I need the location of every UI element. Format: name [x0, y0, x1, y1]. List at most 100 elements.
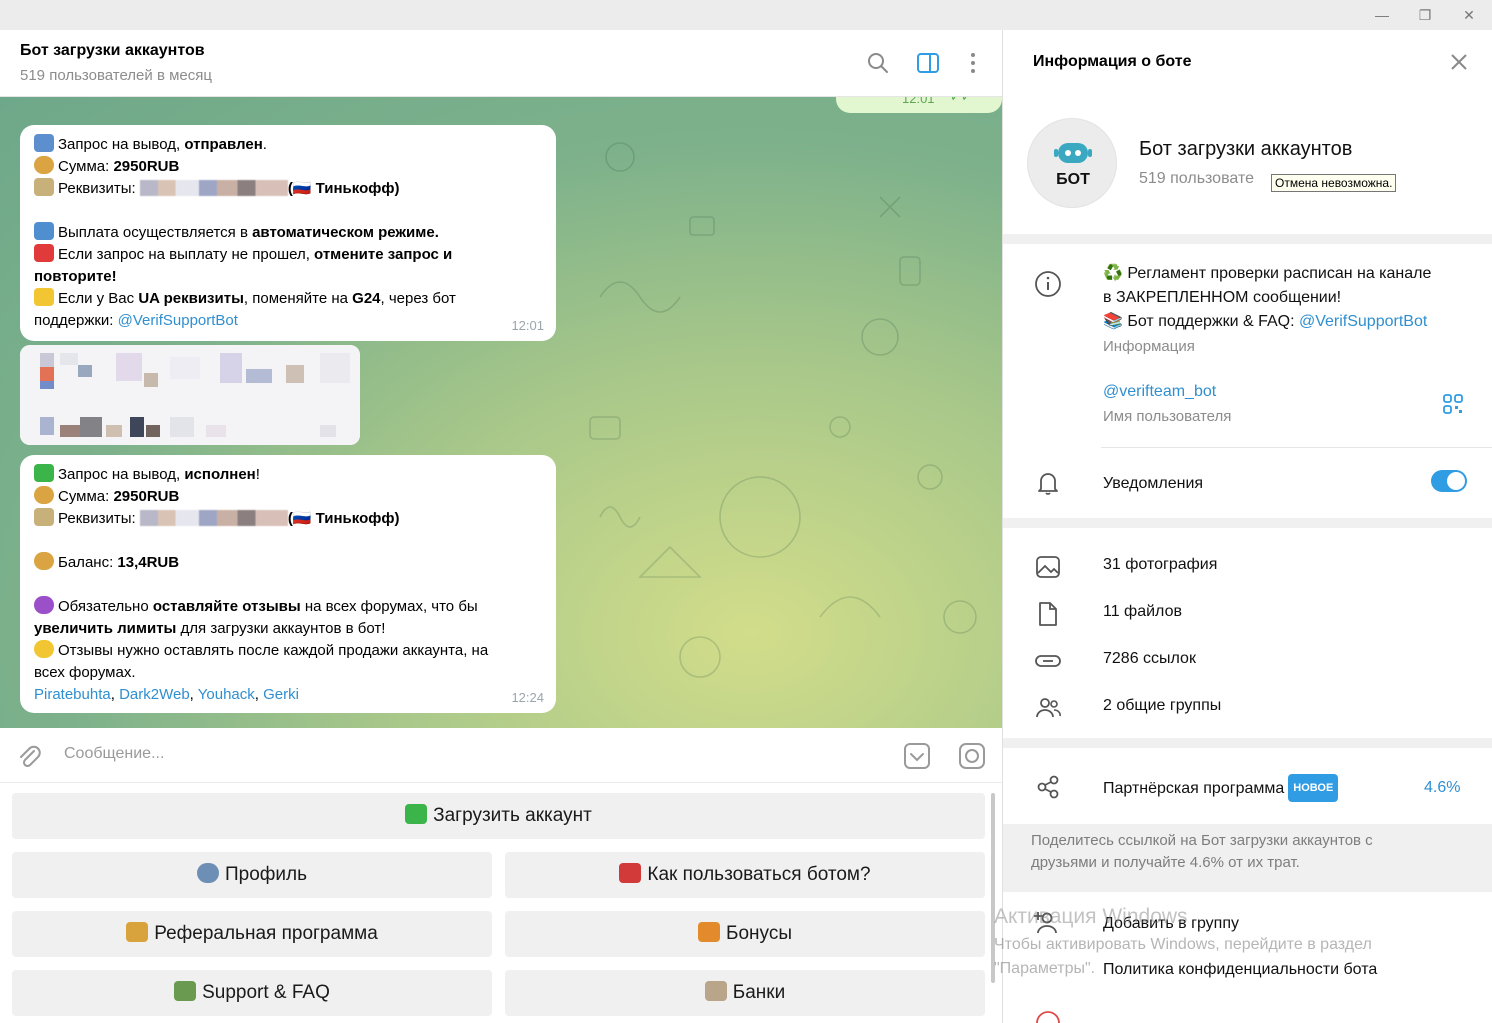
- text-bold: автоматическом режиме.: [252, 224, 439, 241]
- text: .: [262, 136, 267, 153]
- bank-icon: [704, 981, 727, 1001]
- text: Запрос на вывод,: [58, 136, 185, 153]
- bot-subtitle: 519 пользовате: [1139, 170, 1254, 187]
- username-link[interactable]: @verifteam_bot: [1103, 380, 1216, 404]
- more-menu-icon[interactable]: [960, 50, 986, 76]
- text: друзьями и получайте 4.6% от их трат.: [1031, 854, 1300, 871]
- sidebar-toggle-icon[interactable]: [915, 50, 941, 76]
- forum-link-dark2web[interactable]: Dark2Web: [119, 686, 190, 703]
- restore-button[interactable]: ❐: [1409, 3, 1441, 27]
- text-bold: повторите!: [34, 268, 117, 285]
- red-square-emoji-icon: [34, 244, 54, 262]
- chat-title[interactable]: Бот загрузки аккаунтов: [20, 42, 205, 60]
- files-count[interactable]: 11 файлов: [1103, 600, 1182, 624]
- bot-info-panel: Информация о боте БОТ Бот загрузки аккау…: [1002, 30, 1492, 1023]
- how-to-use-button[interactable]: Как пользоваться ботом?: [505, 852, 985, 898]
- forum-link-gerki[interactable]: Gerki: [263, 686, 299, 703]
- upload-account-button[interactable]: Загрузить аккаунт: [12, 793, 985, 839]
- button-label: Загрузить аккаунт: [433, 805, 592, 826]
- money-bag-emoji-icon: [34, 552, 54, 570]
- bot-keyboard-icon[interactable]: [903, 742, 931, 770]
- file-icon: [1039, 602, 1057, 626]
- purple-circle-emoji-icon: [34, 596, 54, 614]
- close-window-button[interactable]: ✕: [1453, 3, 1485, 27]
- new-badge: НОВОЕ: [1288, 774, 1339, 802]
- privacy-policy-button[interactable]: Политика конфиденциальности бота: [1103, 958, 1377, 982]
- text: Если у Вас: [58, 290, 139, 307]
- link-icon: [1035, 655, 1061, 667]
- profile-button[interactable]: Профиль: [12, 852, 492, 898]
- chat-header[interactable]: Бот загрузки аккаунтов 519 пользователей…: [0, 30, 1002, 97]
- card-emoji-icon: [34, 508, 54, 526]
- message-withdrawal-sent[interactable]: Запрос на вывод, отправлен. Сумма: 2950R…: [20, 125, 556, 341]
- support-faq-button[interactable]: Support & FAQ: [12, 970, 492, 1016]
- windows-activation-text: "Параметры".: [994, 960, 1096, 977]
- text: Обязательно: [58, 598, 153, 615]
- chat-messages-area[interactable]: 12:01 ✓✓ Запрос на вывод, отправлен. Сум…: [0, 97, 1002, 728]
- forum-link-youhack[interactable]: Youhack: [198, 686, 255, 703]
- text: 📚 Бот поддержки & FAQ:: [1103, 313, 1299, 330]
- yellow-circle-emoji-icon: [34, 640, 54, 658]
- info-emoji-icon: [34, 222, 54, 240]
- minimize-button[interactable]: —: [1366, 3, 1398, 27]
- links-count[interactable]: 7286 ссылок: [1103, 647, 1196, 671]
- share-icon: [1037, 775, 1059, 799]
- bank-name: (🇷🇺 Тинькофф): [287, 510, 400, 527]
- text-bold: увеличить лимиты: [34, 620, 177, 637]
- message-redacted-image[interactable]: [20, 345, 360, 445]
- text: Реквизиты:: [58, 510, 140, 527]
- keyboard-scrollbar[interactable]: [991, 793, 995, 983]
- photos-count[interactable]: 31 фотография: [1103, 553, 1217, 577]
- amount-value: 2950RUB: [113, 488, 180, 505]
- bonuses-button[interactable]: Бонусы: [505, 911, 985, 957]
- refresh-emoji-icon: [34, 134, 54, 152]
- check-mark-emoji-icon: [34, 464, 54, 482]
- outgoing-message-partial: 12:01 ✓✓: [836, 97, 1002, 113]
- info-label: Информация: [1103, 338, 1195, 355]
- common-groups-count[interactable]: 2 общие группы: [1103, 694, 1221, 718]
- affiliate-description: Поделитесь ссылкой на Бот загрузки аккау…: [1031, 830, 1373, 874]
- panel-header-section: Информация о боте БОТ Бот загрузки аккау…: [1003, 30, 1492, 234]
- panel-affiliate-section[interactable]: Партнёрская программа НОВОЕ: [1003, 748, 1492, 824]
- attach-paperclip-icon[interactable]: [16, 742, 42, 770]
- video-message-icon[interactable]: [958, 742, 986, 770]
- bot-description-line-1: ♻️ Регламент проверки расписан на канале: [1103, 265, 1432, 282]
- money-bag-emoji-icon: [34, 156, 54, 174]
- notifications-toggle[interactable]: [1431, 470, 1467, 492]
- qr-code-icon[interactable]: [1443, 394, 1463, 414]
- windows-activation-watermark: Активация Windows: [994, 905, 1188, 928]
- support-bot-link[interactable]: @VerifSupportBot: [118, 312, 238, 329]
- groups-icon: [1036, 698, 1061, 718]
- gift-icon: [698, 922, 720, 942]
- bot-avatar[interactable]: БОТ: [1027, 118, 1117, 208]
- text-bold: исполнен: [184, 466, 256, 483]
- button-label: Support & FAQ: [202, 982, 330, 1003]
- search-icon[interactable]: [865, 50, 891, 76]
- tooltip: Отмена невозможна.: [1271, 174, 1397, 192]
- books-icon: [174, 981, 197, 1001]
- forum-link-piratebuhta[interactable]: Piratebuhta: [34, 686, 111, 703]
- bank-name: (🇷🇺 Тинькофф): [287, 180, 400, 197]
- text: , через бот: [380, 290, 456, 307]
- bell-icon: [1038, 473, 1058, 495]
- support-bot-link[interactable]: @VerifSupportBot: [1299, 313, 1427, 330]
- bot-name: Бот загрузки аккаунтов: [1139, 138, 1353, 160]
- text: всех форумах.: [34, 664, 136, 681]
- redacted-card-number: [139, 510, 288, 526]
- message-input[interactable]: Сообщение...: [64, 745, 164, 763]
- message-withdrawal-completed[interactable]: Запрос на вывод, исполнен! Сумма: 2950RU…: [20, 455, 556, 713]
- read-check-icon: ✓✓: [950, 97, 972, 105]
- text: Отзывы нужно оставлять после каждой прод…: [58, 642, 489, 659]
- chat-subtitle: 519 пользователей в месяц: [20, 67, 212, 84]
- banks-button[interactable]: Банки: [505, 970, 985, 1016]
- text-bold: UA реквизиты: [138, 290, 244, 307]
- text: , поменяйте на: [243, 290, 353, 307]
- close-panel-icon[interactable]: [1449, 52, 1469, 72]
- text: Запрос на вывод,: [58, 466, 185, 483]
- card-emoji-icon: [34, 178, 54, 196]
- user-icon: [196, 863, 219, 883]
- referral-program-button[interactable]: Реферальная программа: [12, 911, 492, 957]
- text-bold: отмените запрос и: [314, 246, 453, 263]
- text: !: [255, 466, 260, 483]
- message-input-bar: Сообщение...: [0, 728, 1002, 783]
